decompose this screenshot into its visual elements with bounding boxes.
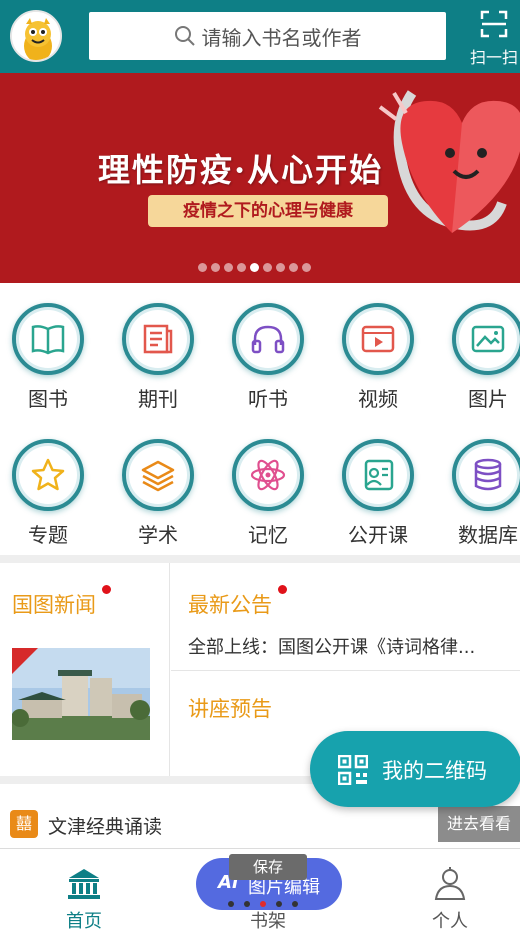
picture-icon (471, 325, 505, 353)
unread-dot (102, 585, 111, 594)
category-books[interactable]: 图书 (8, 291, 88, 411)
category-icon-ring (232, 439, 304, 511)
pager-dot (276, 901, 282, 907)
pager-dot (244, 901, 250, 907)
category-label: 学术 (138, 523, 178, 547)
category-icon-ring (452, 303, 520, 375)
category-icon-ring (342, 303, 414, 375)
library-building-photo (12, 648, 150, 740)
headphones-icon (251, 325, 285, 354)
search-placeholder: 请输入书名或作者 (201, 25, 362, 50)
category-grid: 图书 期刊 听书 视频 图片 专题 学术 记忆 公开课 数据库 (0, 283, 520, 555)
scan-icon (480, 10, 508, 38)
lecture-preview-title[interactable]: 讲座预告 (188, 693, 272, 723)
banner-subtitle: 疫情之下的心理与健康 (148, 195, 388, 227)
category-pictures[interactable]: 图片 (448, 291, 520, 411)
search-bar[interactable]: 请输入书名或作者 (89, 12, 446, 60)
carousel-dot[interactable] (198, 263, 207, 272)
pager-dot-active (260, 901, 266, 907)
my-qr-code-button[interactable]: 我的二维码 (310, 731, 520, 807)
category-label: 记忆 (248, 523, 288, 547)
classic-reading-label: 文津经典诵读 (48, 816, 163, 838)
star-icon (31, 458, 65, 491)
category-academic[interactable]: 学术 (118, 427, 198, 547)
tab-home-label: 首页 (66, 911, 102, 930)
tab-bookshelf-label: 书架 (250, 911, 286, 930)
category-open-courses[interactable]: 公开课 (338, 427, 418, 547)
journal-icon (143, 324, 173, 354)
category-icon-ring (452, 439, 520, 511)
go-look-button[interactable]: 进去看看 (438, 806, 520, 842)
category-journals[interactable]: 期刊 (118, 291, 198, 411)
database-icon (474, 458, 502, 491)
library-building-image[interactable] (12, 648, 150, 740)
carousel-dot[interactable] (289, 263, 298, 272)
promo-banner[interactable]: 理性防疫·从心开始 疫情之下的心理与健康 (0, 73, 520, 283)
category-label: 公开课 (348, 523, 408, 547)
tab-profile-label: 个人 (432, 911, 468, 930)
tab-profile[interactable]: 个人 (390, 849, 510, 930)
category-label: 听书 (248, 387, 288, 411)
category-icon-ring (342, 439, 414, 511)
category-memory[interactable]: 记忆 (228, 427, 308, 547)
qr-code-icon (338, 755, 368, 785)
category-label: 图书 (28, 387, 68, 411)
announcement-text[interactable]: 全部上线：国图公开课《诗词格律... (188, 633, 516, 659)
avatar[interactable] (10, 10, 62, 62)
video-icon (361, 325, 395, 353)
my-qr-code-label: 我的二维码 (382, 759, 487, 783)
library-news-title: 国图新闻 (12, 593, 96, 617)
library-news-card[interactable]: 国图新闻 (0, 563, 170, 776)
carousel-dot[interactable] (237, 263, 246, 272)
pager-dot (292, 901, 298, 907)
category-label: 视频 (358, 387, 398, 411)
scan-label: 扫一扫 (470, 48, 519, 67)
pager-dot (228, 901, 234, 907)
divider (171, 670, 520, 671)
atom-icon (250, 459, 286, 491)
carousel-dot[interactable] (224, 263, 233, 272)
carousel-dot[interactable] (211, 263, 220, 272)
tab-home[interactable]: 首页 (24, 849, 144, 930)
lecture-icon (364, 459, 394, 491)
category-icon-ring (12, 439, 84, 511)
category-videos[interactable]: 视频 (338, 291, 418, 411)
category-icon-ring (232, 303, 304, 375)
classic-reading-icon: 囍 (10, 810, 38, 838)
ai-pager-dots (228, 901, 298, 907)
unread-dot (278, 585, 287, 594)
heart-stethoscope-icon (378, 90, 520, 233)
section-divider (0, 555, 520, 563)
category-label: 专题 (28, 523, 68, 547)
category-label: 期刊 (138, 387, 178, 411)
layers-icon (141, 460, 175, 492)
carousel-dot[interactable] (263, 263, 272, 272)
scan-button[interactable]: 扫一扫 (468, 4, 520, 68)
category-icon-ring (12, 303, 84, 375)
banner-title: 理性防疫·从心开始 (98, 151, 384, 189)
person-icon (434, 867, 466, 900)
category-topics[interactable]: 专题 (8, 427, 88, 547)
category-database[interactable]: 数据库 (448, 427, 520, 547)
category-icon-ring (122, 439, 194, 511)
carousel-dot[interactable] (276, 263, 285, 272)
category-audiobooks[interactable]: 听书 (228, 291, 308, 411)
category-icon-ring (122, 303, 194, 375)
announcement-title[interactable]: 最新公告 (188, 589, 272, 619)
library-home-icon (68, 869, 100, 899)
carousel-dot[interactable] (302, 263, 311, 272)
top-header: 请输入书名或作者 扫一扫 (0, 0, 520, 73)
save-tooltip[interactable]: 保存 (229, 854, 307, 880)
search-icon (174, 26, 195, 46)
carousel-indicator (198, 263, 311, 272)
book-icon (31, 325, 65, 355)
category-label: 图片 (468, 387, 508, 411)
mascot-avatar-icon (12, 12, 60, 60)
category-label: 数据库 (458, 523, 518, 547)
carousel-dot-active[interactable] (250, 263, 259, 272)
